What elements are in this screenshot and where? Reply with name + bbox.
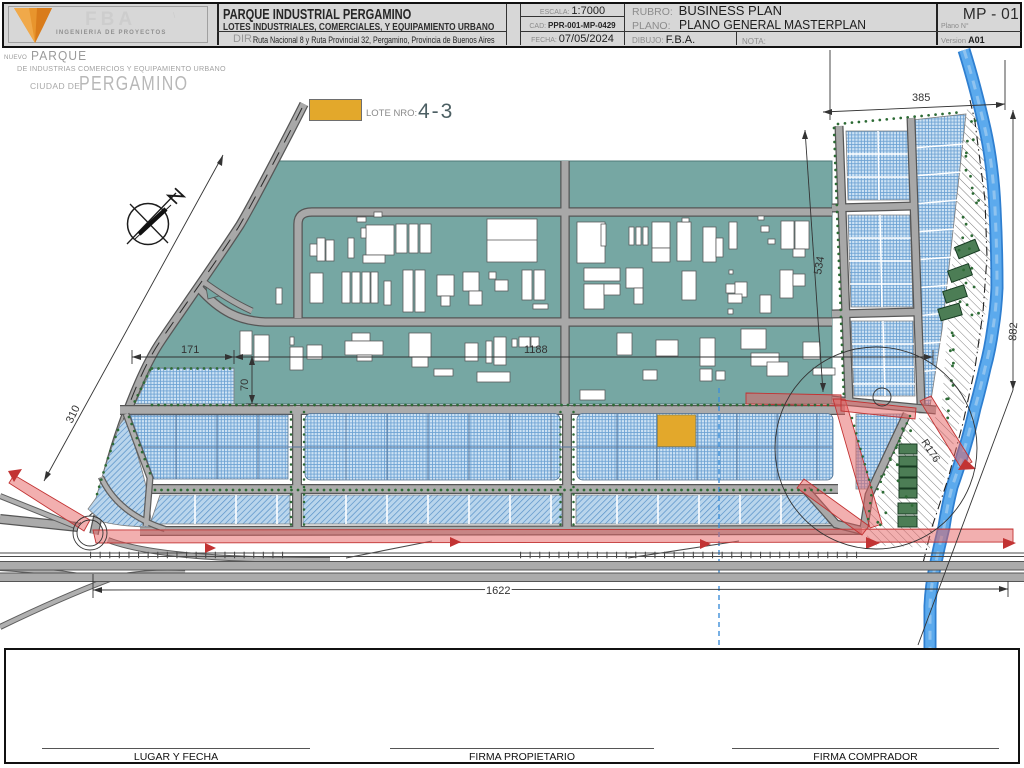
svg-text:385: 385 [912, 92, 930, 104]
svg-text:882: 882 [1007, 322, 1020, 341]
svg-text:\: \ [173, 11, 176, 20]
svg-text:171: 171 [181, 344, 199, 356]
svg-text:310: 310 [64, 404, 83, 426]
svg-text:FBA: FBA [85, 9, 136, 30]
svg-text:1622: 1622 [486, 585, 510, 597]
svg-text:70: 70 [239, 379, 251, 391]
svg-text:1188: 1188 [524, 344, 548, 356]
